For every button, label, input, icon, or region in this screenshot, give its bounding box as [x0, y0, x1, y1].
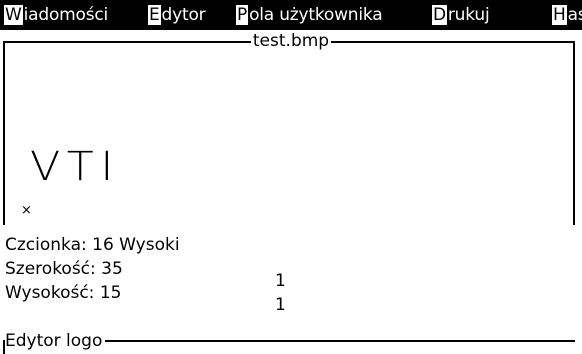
- menu-hotkey: P: [236, 5, 249, 25]
- footer-title: Edytor logo: [5, 330, 106, 352]
- menu-hotkey: D: [432, 5, 447, 25]
- font-label: Czcionka:: [5, 235, 87, 255]
- height-info: Wysokość: 15: [5, 282, 121, 304]
- width-label: Szerokość:: [5, 259, 96, 279]
- menu-hotkey: E: [148, 5, 161, 25]
- menu-hotkey: W: [4, 5, 23, 25]
- font-info: Czcionka: 16 Wysoki: [5, 234, 180, 256]
- height-value: 15: [99, 283, 122, 303]
- menu-item-haslo[interactable]: Has: [552, 4, 582, 26]
- menu-item-drukuj[interactable]: Drukuj: [432, 4, 490, 26]
- menu-label: dytor: [161, 5, 206, 25]
- menu-item-pola-uzytkownika[interactable]: Pola użytkownika: [236, 4, 383, 26]
- height-label: Wysokość:: [5, 283, 95, 303]
- logo-canvas[interactable]: [3, 41, 575, 225]
- menu-item-wiadomosci[interactable]: Wiadomości: [4, 4, 108, 26]
- height-factor: 1: [275, 295, 286, 315]
- menu-item-edytor[interactable]: Edytor: [148, 4, 206, 26]
- width-factor: 1: [275, 271, 286, 291]
- menu-bar: Wiadomości Edytor Pola użytkownika Druku…: [0, 0, 582, 30]
- menu-label: iadomości: [23, 5, 109, 25]
- logo-text: VTI: [30, 144, 120, 190]
- logo-preview: VTI: [30, 144, 120, 190]
- width-info: Szerokość: 35: [5, 258, 123, 280]
- menu-label: as: [567, 5, 582, 25]
- menu-label: rukuj: [447, 5, 490, 25]
- font-value: 16 Wysoki: [92, 235, 180, 255]
- menu-hotkey: H: [552, 5, 567, 25]
- cursor-icon: ×: [21, 203, 32, 218]
- width-value: 35: [101, 259, 123, 279]
- menu-label: ola użytkownika: [249, 5, 383, 25]
